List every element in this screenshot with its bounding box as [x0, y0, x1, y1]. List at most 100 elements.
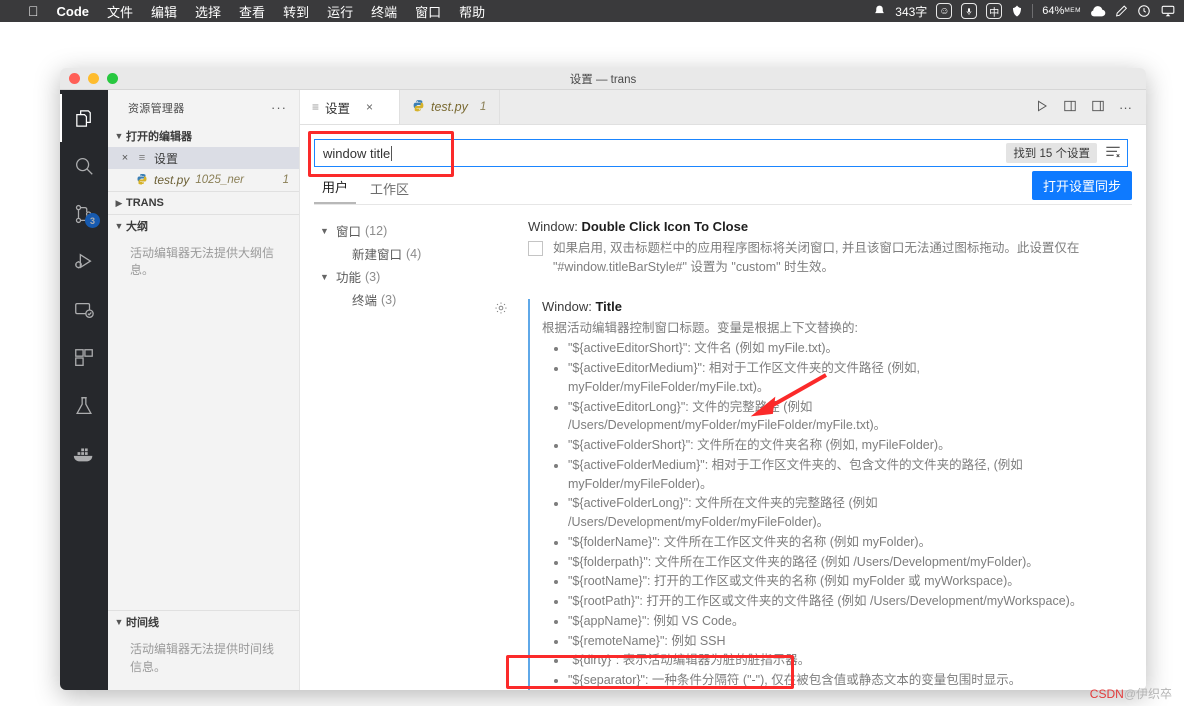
- section-open-editors[interactable]: ▼ 打开的编辑器: [108, 125, 299, 147]
- mac-status-items: 343字 ☺ 中 64% MEM: [873, 3, 1184, 20]
- menu-item-go[interactable]: 转到: [283, 2, 309, 21]
- editor-tab-bar: ≡ 设置 × test.py 1 ···: [300, 90, 1146, 125]
- tab-close-icon[interactable]: ×: [366, 100, 373, 114]
- section-timeline[interactable]: ▼ 时间线: [108, 611, 299, 633]
- toc-item-new-window[interactable]: 新建窗口 (4): [320, 242, 490, 265]
- watermark-prefix: CSDN: [1089, 687, 1124, 701]
- menu-item-window[interactable]: 窗口: [415, 2, 441, 21]
- activity-item-source-control[interactable]: 3: [60, 190, 108, 238]
- toc-item-terminal[interactable]: 终端 (3): [320, 288, 490, 311]
- setting-focus-indicator: Window: Title 根据活动编辑器控制窗口标题。变量是根据上下文替换的:…: [528, 298, 1108, 690]
- activity-item-extensions[interactable]: [60, 334, 108, 382]
- section-outline[interactable]: ▼ 大纲: [108, 215, 299, 237]
- toc-label: 功能: [336, 271, 362, 285]
- variable-separator: "${separator}": 一种条件分隔符 ("-"), 仅在被包含值或静态…: [568, 671, 1108, 690]
- setting-spacer: [490, 277, 1116, 299]
- mic-icon[interactable]: [961, 3, 978, 19]
- python-icon: [412, 99, 425, 115]
- setting-description: 根据活动编辑器控制窗口标题。变量是根据上下文替换的: "${activeEdit…: [542, 319, 1108, 690]
- menu-item-terminal[interactable]: 终端: [371, 2, 397, 21]
- filter-icon[interactable]: [1105, 145, 1121, 162]
- explorer-sidebar: 资源管理器 ··· ▼ 打开的编辑器 × ≡ 设置 test.py 1025_n…: [108, 90, 300, 690]
- variable-app-name: "${appName}": 例如 VS Code。: [568, 612, 1108, 631]
- char-count-label[interactable]: 343字: [895, 3, 927, 20]
- emoji-icon[interactable]: ☺: [936, 3, 953, 19]
- explorer-title: 资源管理器: [128, 102, 185, 115]
- setting-description-line-1: 如果启用, 双击标题栏中的应用程序图标将关闭窗口, 并且该窗口无法通过图标拖动。…: [553, 241, 1080, 255]
- cloud-icon[interactable]: [1090, 5, 1106, 17]
- setting-window-title: Window: Title 根据活动编辑器控制窗口标题。变量是根据上下文替换的:…: [490, 298, 1116, 690]
- pencil-icon[interactable]: [1115, 4, 1128, 18]
- watermark: CSDN@伊织卒: [1090, 685, 1172, 702]
- activity-item-search[interactable]: [60, 142, 108, 190]
- open-editor-label: 设置: [154, 151, 179, 166]
- toc-count: (3): [381, 292, 397, 307]
- explorer-header: 资源管理器 ···: [108, 90, 299, 125]
- ime-indicator[interactable]: 中: [986, 3, 1003, 19]
- setting-checkbox-row: 如果启用, 双击标题栏中的应用程序图标将关闭窗口, 并且该窗口无法通过图标拖动。…: [528, 239, 1108, 277]
- variable-active-folder-medium: "${activeFolderMedium}": 相对于工作区文件夹的、包含文件…: [568, 456, 1108, 494]
- activity-item-remote-explorer[interactable]: [60, 286, 108, 334]
- layout-icon[interactable]: [1091, 99, 1105, 116]
- tab-workspace-settings[interactable]: 工作区: [362, 179, 417, 204]
- open-editor-row-settings[interactable]: × ≡ 设置: [108, 147, 299, 169]
- airplay-icon[interactable]: [1160, 4, 1176, 18]
- settings-search-row: window title 找到 15 个设置: [300, 125, 1146, 167]
- toc-count: (12): [365, 223, 388, 238]
- editor-actions: ···: [1035, 90, 1146, 124]
- variable-root-name: "${rootName}": 打开的工作区或文件夹的名称 (例如 myFolde…: [568, 572, 1108, 591]
- search-input[interactable]: window title 找到 15 个设置: [314, 139, 1128, 167]
- window-title: 设置 — trans: [569, 73, 637, 86]
- variable-remote-name: "${remoteName}": 例如 SSH: [568, 632, 1108, 651]
- more-actions-icon[interactable]: ···: [1119, 100, 1132, 115]
- toc-item-features[interactable]: ▼ 功能 (3): [320, 265, 490, 288]
- menu-item-view[interactable]: 查看: [239, 2, 265, 21]
- window-title-bar: 设置 — trans: [60, 68, 1146, 90]
- source-control-badge: 3: [85, 213, 100, 228]
- activity-item-docker[interactable]: [60, 430, 108, 478]
- variable-folder-path: "${folderpath}": 文件所在工作区文件夹的路径 (例如 /User…: [568, 553, 1108, 572]
- menu-item-selection[interactable]: 选择: [195, 2, 221, 21]
- memory-indicator[interactable]: 64% MEM: [1042, 5, 1081, 17]
- gear-icon[interactable]: [494, 301, 508, 318]
- text-caret: [391, 145, 393, 161]
- clock-icon[interactable]: [1137, 4, 1151, 18]
- run-icon[interactable]: [1035, 99, 1049, 116]
- menu-item-edit[interactable]: 编辑: [151, 2, 177, 21]
- status-divider: [1032, 4, 1034, 18]
- setting-title: Window: Title: [542, 299, 1108, 314]
- section-folder-trans[interactable]: ▶ TRANS: [108, 192, 299, 214]
- close-icon[interactable]: ×: [116, 152, 134, 164]
- setting-checkbox[interactable]: [528, 241, 543, 256]
- chevron-down-icon: ▼: [320, 225, 329, 236]
- toc-count: (3): [365, 269, 381, 284]
- shield-icon[interactable]: [1011, 4, 1023, 18]
- menu-item-file[interactable]: 文件: [107, 2, 133, 21]
- editor-area: ≡ 设置 × test.py 1 ··· window title 找到 15 …: [300, 90, 1146, 690]
- tab-testpy[interactable]: test.py 1: [400, 90, 500, 124]
- timeline-section-label: 时间线: [126, 617, 159, 630]
- sidebar-bottom-group: ▼ 时间线 活动编辑器无法提供时间线信息。: [108, 610, 299, 690]
- menu-item-run[interactable]: 运行: [327, 2, 353, 21]
- variable-dirty: "${dirty}": 表示活动编辑器为脏的脏指示器。: [568, 651, 1108, 670]
- explorer-more-icon[interactable]: ···: [271, 100, 293, 115]
- activity-item-explorer[interactable]: [60, 94, 108, 142]
- tab-settings[interactable]: ≡ 设置 ×: [300, 90, 400, 124]
- activity-item-run-and-debug[interactable]: [60, 238, 108, 286]
- menu-app-name[interactable]: Code: [57, 4, 90, 19]
- activity-item-testing[interactable]: [60, 382, 108, 430]
- split-editor-icon[interactable]: [1063, 99, 1077, 116]
- apple-logo-icon[interactable]: : [28, 4, 39, 18]
- bell-icon[interactable]: [873, 4, 886, 18]
- tab-label: 设置: [325, 101, 351, 116]
- open-editor-row-testpy[interactable]: test.py 1025_ner 1: [108, 169, 299, 191]
- run-debug-icon: [73, 251, 95, 273]
- setting-window-double-click-icon-to-close: Window: Double Click Icon To Close 如果启用,…: [490, 219, 1116, 277]
- menu-item-help[interactable]: 帮助: [459, 2, 485, 21]
- open-editors-label: 打开的编辑器: [126, 131, 192, 143]
- setting-name: Double Click Icon To Close: [581, 219, 749, 234]
- toc-item-window[interactable]: ▼ 窗口 (12): [320, 219, 490, 242]
- tab-user-settings[interactable]: 用户: [314, 177, 357, 204]
- settings-item-list: Window: Double Click Icon To Close 如果启用,…: [490, 219, 1146, 690]
- turn-on-settings-sync-button[interactable]: 打开设置同步: [1031, 171, 1132, 200]
